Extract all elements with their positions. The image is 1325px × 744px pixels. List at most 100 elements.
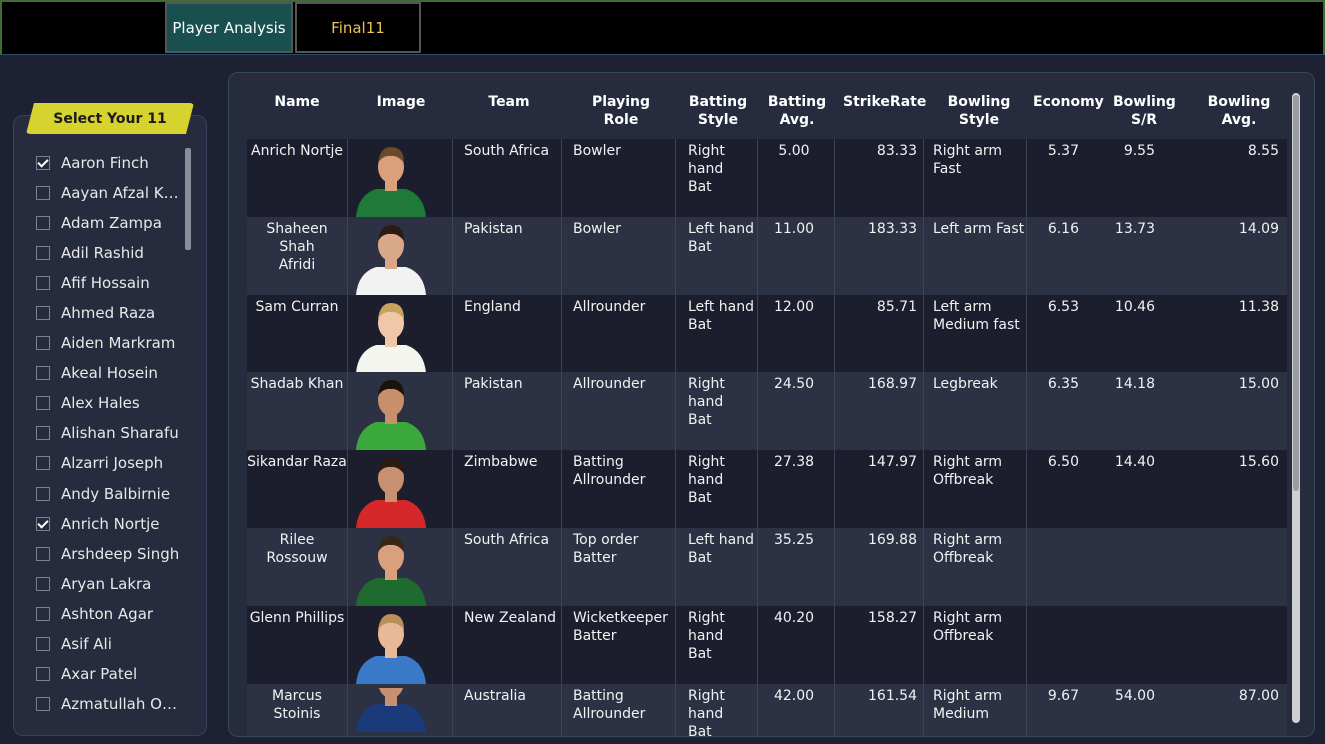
- player-list-item[interactable]: Adil Rashid: [36, 238, 186, 268]
- player-list-item[interactable]: Ahmed Raza: [36, 298, 186, 328]
- player-list-item[interactable]: Ashton Agar: [36, 599, 186, 629]
- player-list-item[interactable]: Aryan Lakra: [36, 569, 186, 599]
- table-row[interactable]: Anrich Nortje South Africa Bowler Right han…: [247, 139, 1287, 217]
- player-list-item[interactable]: Aiden Markram: [36, 328, 186, 358]
- batting-style-cell-line: Left hand: [688, 220, 755, 237]
- player-list-item[interactable]: Axar Patel: [36, 659, 186, 689]
- playing-role-cell-line: Batting: [573, 687, 624, 704]
- checkbox-unchecked-icon[interactable]: [36, 696, 50, 711]
- player-name-cell-line: Marcus Stoinis: [272, 687, 322, 722]
- checkbox-unchecked-icon[interactable]: [36, 456, 50, 471]
- checkbox-unchecked-icon[interactable]: [36, 426, 50, 441]
- batting-style-cell-line: Right hand: [688, 687, 725, 722]
- bowling-style-cell-line: Medium fast: [933, 316, 1020, 333]
- tab-player-analysis[interactable]: Player Analysis: [165, 2, 293, 53]
- player-list-item[interactable]: Andy Balbirnie: [36, 479, 186, 509]
- bowling-sr-cell: 9.55: [1123, 143, 1155, 159]
- player-list-item[interactable]: Adam Zampa: [36, 208, 186, 238]
- player-name-label: Afif Hossain: [61, 274, 150, 293]
- table-row[interactable]: Glenn Phillips New Zealand Wicketkeeper Bat…: [247, 605, 1287, 684]
- player-name-label: Aryan Lakra: [61, 574, 152, 593]
- bowling-style-cell: Right arm Offbreak: [933, 609, 1033, 645]
- checkbox-unchecked-icon[interactable]: [36, 306, 50, 321]
- playing-role-cell-line: Allrounder: [573, 298, 646, 315]
- checkbox-unchecked-icon[interactable]: [36, 276, 50, 291]
- column-header-economy[interactable]: Economy: [1033, 93, 1104, 111]
- column-header-playing-role[interactable]: Playing Role: [573, 93, 669, 129]
- player-name-cell-line: Sikandar Raza: [247, 454, 347, 471]
- player-name-label: Alex Hales: [61, 394, 140, 413]
- table-row[interactable]: Shaheen Shah Afridi Pakistan Bowler Left han…: [247, 216, 1287, 295]
- checkbox-unchecked-icon[interactable]: [36, 366, 50, 381]
- batting-style-cell-line: Left hand: [688, 531, 755, 548]
- table-scrollbar-thumb[interactable]: [1293, 95, 1299, 491]
- table-row[interactable]: Shadab Khan Pakistan Allrounder Right hand B…: [247, 372, 1287, 451]
- checkbox-unchecked-icon[interactable]: [36, 186, 50, 201]
- checkbox-unchecked-icon[interactable]: [36, 396, 50, 411]
- player-checkbox-list[interactable]: Aaron Finch Aayan Afzal Khan Adam Zampa Adi…: [36, 148, 186, 719]
- player-list-item[interactable]: Akeal Hosein: [36, 358, 186, 388]
- column-divider: [347, 139, 348, 217]
- checkbox-unchecked-icon[interactable]: [36, 336, 50, 351]
- checkbox-unchecked-icon[interactable]: [36, 636, 50, 651]
- playing-role-cell-line: Batting: [573, 454, 624, 471]
- economy-cell: 6.35: [1047, 376, 1079, 393]
- bowling-avg-cell: 14.09: [1238, 220, 1279, 237]
- column-header-batting-avg[interactable]: Batting Avg.: [767, 93, 827, 129]
- tab-final11[interactable]: Final11: [295, 2, 421, 53]
- checkbox-checked-icon[interactable]: [36, 516, 50, 531]
- bowling-style-cell: Right arm Fast: [933, 142, 1033, 178]
- bowling-style-cell: Left arm Fast: [933, 220, 1033, 238]
- player-photo: [352, 143, 430, 217]
- economy-cell: 5.37: [1047, 143, 1079, 159]
- checkbox-checked-icon[interactable]: [36, 156, 50, 171]
- playing-role-cell: Batting Allrounder: [573, 687, 679, 723]
- bowling-avg-cell: 15.60: [1238, 454, 1279, 471]
- player-list-item[interactable]: Azmatullah Oma...: [36, 689, 186, 719]
- player-list-item[interactable]: Alzarri Joseph: [36, 448, 186, 478]
- player-name-label: Adil Rashid: [61, 244, 144, 263]
- strike-rate-cell: 183.33: [868, 220, 917, 237]
- batting-style-cell: Right hand Bat: [688, 142, 764, 196]
- column-header-image[interactable]: Image: [373, 93, 429, 111]
- column-header-strike-rate[interactable]: StrikeRate: [843, 93, 926, 111]
- checkbox-unchecked-icon[interactable]: [36, 576, 50, 591]
- checkbox-unchecked-icon[interactable]: [36, 546, 50, 561]
- column-divider: [347, 683, 348, 736]
- table-row[interactable]: Rilee Rossouw South Africa Top order Batter…: [247, 527, 1287, 606]
- player-list-item[interactable]: Afif Hossain: [36, 268, 186, 298]
- checkbox-unchecked-icon[interactable]: [36, 216, 50, 231]
- column-header-bowling-avg[interactable]: Bowling Avg.: [1191, 93, 1287, 129]
- checkbox-unchecked-icon[interactable]: [36, 666, 50, 681]
- player-list-item[interactable]: Arshdeep Singh: [36, 539, 186, 569]
- table-row[interactable]: Sikandar Raza Zimbabwe Batting Allrounder Ri…: [247, 450, 1287, 529]
- column-divider: [923, 216, 924, 295]
- player-list-item[interactable]: Asif Ali: [36, 629, 186, 659]
- player-list-item[interactable]: Aaron Finch: [36, 148, 186, 178]
- player-list-item[interactable]: Alishan Sharafu: [36, 418, 186, 448]
- column-divider: [452, 683, 453, 736]
- column-header-team[interactable]: Team: [479, 93, 539, 111]
- player-list-item[interactable]: Anrich Nortje: [36, 509, 186, 539]
- player-list-scrollbar[interactable]: [185, 148, 191, 250]
- checkbox-unchecked-icon[interactable]: [36, 246, 50, 261]
- player-list-item[interactable]: Alex Hales: [36, 388, 186, 418]
- column-header-batting-style[interactable]: Batting Style: [687, 93, 749, 129]
- bowling-avg-cell: 11.38: [1238, 298, 1279, 315]
- bowling-sr-header-line2: S/R: [1131, 112, 1157, 128]
- column-divider: [452, 294, 453, 373]
- table-row[interactable]: Sam Curran England Allrounder Left hand Bat 1…: [247, 294, 1287, 373]
- economy-cell: 6.16: [1047, 220, 1079, 237]
- checkbox-unchecked-icon[interactable]: [36, 606, 50, 621]
- checkbox-unchecked-icon[interactable]: [36, 486, 50, 501]
- batting-style-cell: Left hand Bat: [688, 531, 764, 567]
- table-row[interactable]: Marcus Stoinis Australia Batting Allrounder…: [247, 683, 1287, 736]
- column-header-name[interactable]: Name: [267, 93, 327, 111]
- column-header-bowling-sr[interactable]: Bowling S/R: [1113, 93, 1176, 129]
- playing-role-cell: Top order Batter: [573, 531, 679, 567]
- player-list-item[interactable]: Aayan Afzal Khan: [36, 178, 186, 208]
- player-name-cell-line: Anrich Nortje: [251, 143, 343, 159]
- player-name-cell: Shadab Khan: [247, 375, 347, 393]
- column-header-bowling-style[interactable]: Bowling Style: [929, 93, 1029, 129]
- strike-rate-cell: 169.88: [868, 531, 917, 548]
